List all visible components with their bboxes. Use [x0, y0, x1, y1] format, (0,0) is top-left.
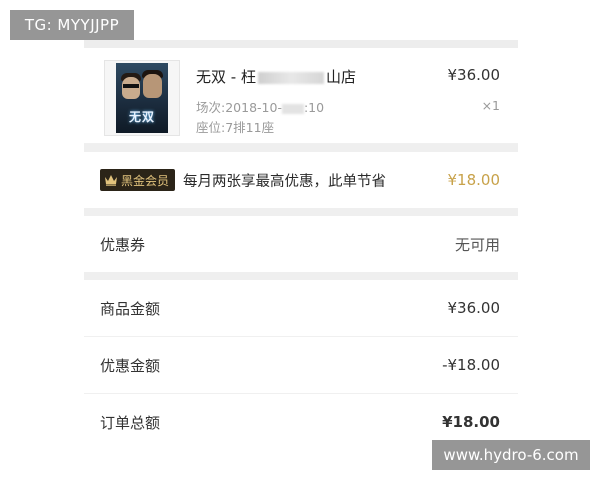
showtime-suffix: :10: [303, 100, 325, 115]
movie-title: 无双 - 枉 山店: [196, 66, 356, 87]
total-value: ¥18.00: [442, 413, 500, 431]
order-confirmation-panel: 无双 无双 - 枉 山店 ¥36.00 场次:2018-10- :10 座位:7排1…: [84, 40, 518, 440]
section-gap: [84, 144, 518, 152]
showtime: 场次:2018-10- :10: [196, 98, 324, 118]
order-item[interactable]: 无双 无双 - 枉 山店 ¥36.00 场次:2018-10- :10 座位:7排1…: [84, 48, 518, 144]
poster-figure-left: [122, 77, 140, 99]
subtotal-row: 商品金额 ¥36.00: [84, 280, 518, 337]
page: 无双 无双 - 枉 山店 ¥36.00 场次:2018-10- :10 座位:7排1…: [0, 0, 600, 480]
redacted-text: [281, 103, 304, 114]
poster-art: 无双: [116, 63, 168, 133]
seat-info: 座位:7排11座: [196, 120, 275, 135]
movie-title-suffix: 山店: [325, 68, 356, 86]
coupon-label: 优惠券: [100, 235, 146, 254]
total-label: 订单总额: [100, 413, 161, 432]
showtime-prefix: 场次:2018-10-: [196, 100, 282, 115]
poster-title: 无双: [128, 110, 155, 124]
member-badge-label: 黑金会员: [121, 173, 170, 188]
black-gold-member-badge: 黑金会员: [100, 169, 176, 191]
redacted-text: [257, 71, 324, 84]
crown-icon: [105, 175, 117, 186]
top-divider: [84, 40, 518, 48]
watermark-overlay: www.hydro-6.com: [432, 440, 590, 470]
coupon-value: 无可用: [454, 235, 500, 254]
subtotal-label: 商品金额: [100, 299, 161, 318]
discount-label: 优惠金额: [100, 356, 161, 375]
member-savings: ¥18.00: [447, 171, 501, 189]
discount-row: 优惠金额 -¥18.00: [84, 337, 518, 394]
movie-poster[interactable]: 无双: [104, 60, 180, 136]
section-gap: [84, 272, 518, 280]
item-meta: 场次:2018-10- :10 座位:7排11座: [196, 98, 324, 138]
section-gap: [84, 208, 518, 216]
coupon-row[interactable]: 优惠券 无可用: [84, 216, 518, 272]
item-price: ¥36.00: [447, 66, 501, 84]
poster-figure-glasses: [123, 84, 139, 88]
membership-promo-row[interactable]: 黑金会员 每月两张享最高优惠，此单节省 ¥18.00: [84, 152, 518, 208]
tg-tag-overlay: TG: MYYJJPP: [10, 10, 134, 40]
subtotal-value: ¥36.00: [447, 299, 501, 317]
member-promo-text: 每月两张享最高优惠，此单节省: [183, 173, 387, 190]
poster-figure-right: [143, 74, 162, 98]
item-quantity: ×1: [481, 98, 500, 113]
movie-title-prefix: 无双 - 枉: [196, 68, 256, 86]
discount-value: -¥18.00: [442, 356, 500, 374]
